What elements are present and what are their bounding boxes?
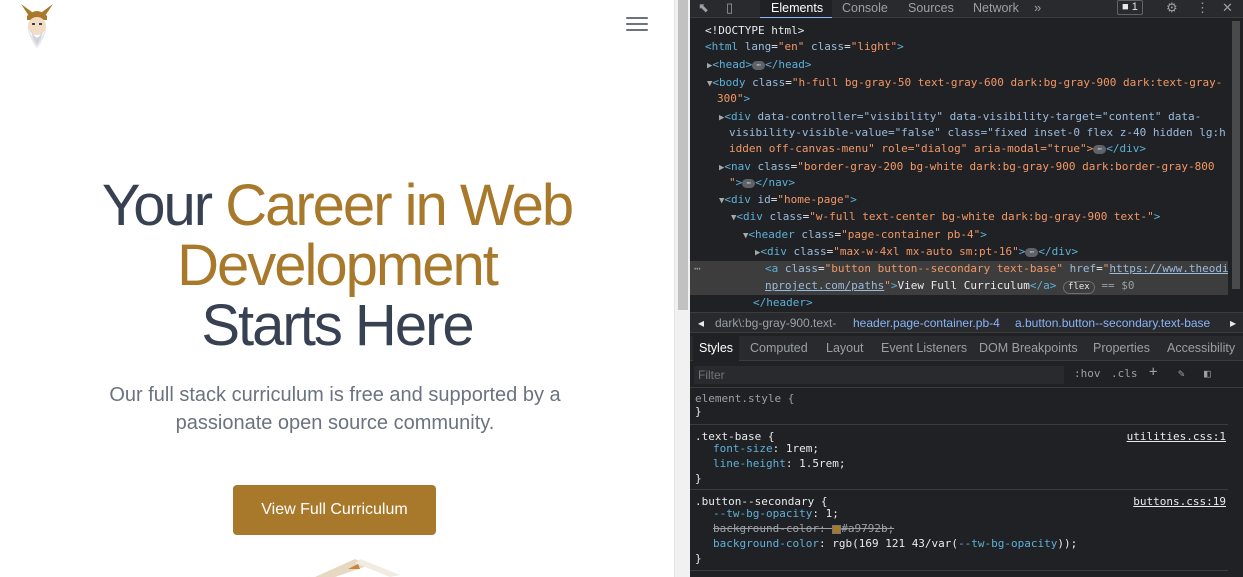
hov-toggle[interactable]: :hov [1074,367,1101,380]
dom-anchor-selected[interactable]: ⋯ <a class="button button--secondary tex… [690,261,1228,295]
breadcrumb-item[interactable]: header.page-container.pb-4 [853,313,1000,333]
hero-title-accent: Career in Web Development [177,173,574,298]
source-link[interactable]: buttons.css:19 [1133,494,1226,509]
elements-tree[interactable]: <!DOCTYPE html> <html lang="en" class="l… [690,19,1228,310]
tab-styles[interactable]: Styles [693,336,740,361]
cls-toggle[interactable]: .cls [1111,367,1138,380]
menu-hamburger-icon[interactable] [626,17,648,33]
devtools-panel: ⬉ ▯ Elements Console Sources Network » ■… [690,0,1243,577]
breadcrumb: ◂ dark\:bg-gray-900.text- header.page-co… [690,312,1243,333]
styles-subtabs: Styles Computed Layout Event Listeners D… [690,336,1243,361]
dom-div-visibility-cont2: idden off-canvas-menu" role="dialog" ari… [729,142,1146,155]
tab-computed[interactable]: Computed [750,336,808,361]
dom-body-cont: 300"> [717,92,751,105]
tab-event-listeners[interactable]: Event Listeners [881,336,967,361]
dom-nav-cont: "> ⋯ </nav> [729,176,795,189]
tab-layout[interactable]: Layout [826,336,864,361]
hero-title: Your Career in Web Development Starts He… [0,176,674,356]
source-link[interactable]: utilities.css:1 [1127,429,1226,444]
breadcrumb-left-arrow-icon[interactable]: ◂ [698,313,704,333]
tab-dom-breakpoints[interactable]: DOM Breakpoints [979,336,1078,361]
styles-scrollbar[interactable] [1228,389,1243,577]
page-scrollbar-thumb[interactable] [678,0,688,310]
styles-rules: element.style { } .text-base {utilities.… [690,389,1228,577]
page-scrollbar[interactable] [674,0,690,577]
dom-html[interactable]: <html lang="en" class="light"> [690,39,1228,55]
tab-elements[interactable]: Elements [760,0,832,18]
styles-filterbar: :hov .cls + ✎ ◧ [690,362,1243,388]
gear-icon[interactable]: ⚙ [1166,0,1178,18]
rule-button-secondary[interactable]: .button--secondary {buttons.css:19 --tw-… [690,491,1228,571]
inspect-element-icon[interactable]: ⬉ [698,0,709,18]
dom-header-close[interactable]: </header> [690,295,1228,310]
issues-badge[interactable]: ■ 1 [1117,0,1143,15]
dom-div-max-w[interactable]: ▶<div class="max-w-4xl mx-auto sm:pt-16"… [690,244,1228,260]
ellipsis-icon[interactable]: ⋯ [694,261,701,277]
device-toolbar-icon[interactable]: ▯ [726,0,733,18]
rule-element-style[interactable]: element.style { } [690,389,1228,425]
tab-network[interactable]: Network [973,0,1019,18]
tab-accessibility[interactable]: Accessibility [1167,336,1235,361]
odin-logo[interactable] [18,2,56,50]
more-options-icon[interactable]: ⋮ [1196,0,1209,18]
devtools-tabbar: ⬉ ▯ Elements Console Sources Network » ■… [690,0,1243,18]
hero-illustration [315,559,400,577]
page-viewport: Your Career in Web Development Starts He… [0,0,674,577]
paint-brush-icon[interactable]: ✎ [1178,367,1185,380]
dom-head[interactable]: ▶<head> ⋯ </head> [690,57,1228,73]
dom-nav[interactable]: ▶<nav class="border-gray-200 bg-white da… [690,159,1228,175]
close-icon[interactable]: ✕ [1222,0,1233,18]
dom-header[interactable]: ▼<header class="page-container pb-4"> [690,227,1228,243]
dom-body[interactable]: ▼<body class="h-full bg-gray-50 text-gra… [690,75,1228,91]
filter-input[interactable] [694,366,1064,384]
dom-div-w-full[interactable]: ▼<div class="w-full text-center bg-white… [690,209,1228,225]
dom-doctype[interactable]: <!DOCTYPE html> [690,23,1228,39]
dom-div-visibility-cont1: visibility-visible-value="false" class="… [729,126,1226,139]
breadcrumb-item[interactable]: a.button.button--secondary.text-base [1015,313,1210,333]
hero-title-part-2: Starts Here [201,293,474,358]
tab-properties[interactable]: Properties [1093,336,1150,361]
sidebar-toggle-icon[interactable]: ◧ [1204,367,1211,380]
color-swatch[interactable] [832,524,842,534]
flex-badge[interactable]: flex [1063,281,1095,294]
hero-title-part-1: Your [101,173,226,238]
chevron-double-right-icon[interactable]: » [1034,0,1041,18]
dom-home-page[interactable]: ▼<div id="home-page"> [690,192,1228,208]
issues-count: 1 [1131,1,1138,13]
view-full-curriculum-button[interactable]: View Full Curriculum [233,485,436,535]
ellipsis-icon[interactable]: ⋯ [752,60,766,70]
hero-subtitle: Our full stack curriculum is free and su… [109,384,561,434]
rule-text-base[interactable]: .text-base {utilities.css:1 font-size: 1… [690,426,1228,490]
new-rule-plus-icon[interactable]: + [1149,364,1157,380]
tab-console[interactable]: Console [842,0,888,18]
elements-scrollbar[interactable] [1228,19,1243,310]
tab-sources[interactable]: Sources [908,0,954,18]
dom-div-visibility[interactable]: ▶<div data-controller="visibility" data-… [690,109,1228,125]
breadcrumb-right-arrow-icon[interactable]: ▸ [1230,313,1236,333]
breadcrumb-item[interactable]: dark\:bg-gray-900.text- [715,313,836,333]
